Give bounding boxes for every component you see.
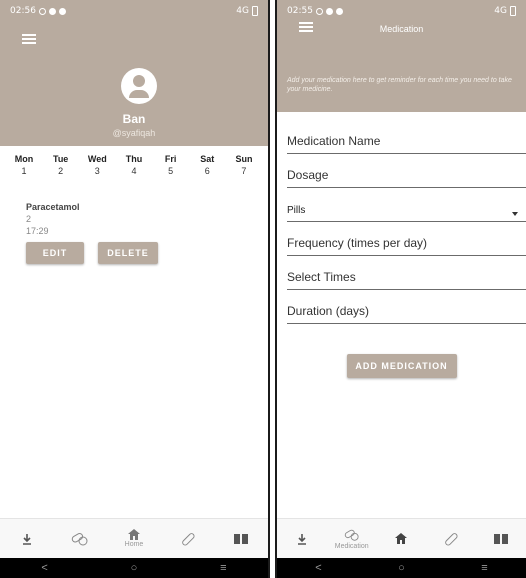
notification-icon	[325, 7, 333, 15]
back-button[interactable]: <	[315, 562, 321, 574]
network-label: 4G	[494, 6, 507, 16]
nav-book[interactable]	[479, 521, 523, 557]
medication-time: 17:29	[26, 226, 49, 236]
day-sat[interactable]: Sat 6	[189, 154, 225, 176]
frequency-placeholder: Frequency (times per day)	[287, 236, 428, 250]
notification-icon	[58, 7, 66, 15]
battery-icon	[252, 6, 258, 16]
status-bar: 02:55 4G	[277, 0, 526, 22]
medication-card: Paracetamol 2 17:29 EDIT DELETE	[26, 202, 158, 264]
select-times-field[interactable]: Select Times	[287, 256, 526, 290]
day-fri[interactable]: Fri 5	[153, 154, 189, 176]
duration-field[interactable]: Duration (days)	[287, 290, 526, 324]
frequency-field[interactable]: Frequency (times per day)	[287, 222, 526, 256]
capsule-icon	[181, 532, 195, 546]
nav-download[interactable]	[5, 521, 49, 557]
day-sun[interactable]: Sun 7	[226, 154, 262, 176]
nav-capsule[interactable]	[429, 521, 473, 557]
home-button[interactable]: ○	[398, 562, 405, 574]
profile-name: Ban	[122, 112, 146, 126]
notification-icon	[48, 7, 56, 15]
dosage-placeholder: Dosage	[287, 168, 329, 182]
capsule-icon	[445, 532, 458, 546]
profile-handle: @syafiqah	[112, 128, 156, 138]
recents-button[interactable]: ≡	[481, 562, 487, 574]
book-icon	[234, 533, 249, 544]
home-icon	[395, 533, 408, 544]
home-button[interactable]: ○	[131, 562, 138, 574]
type-value: Pills	[287, 205, 306, 216]
type-select[interactable]: Pills	[287, 188, 526, 222]
dropdown-arrow-icon	[512, 212, 518, 216]
week-strip: Mon 1 Tue 2 Wed 3 Thu 4 Fri 5 Sat 6 Sun 7	[0, 146, 268, 176]
day-tue[interactable]: Tue 2	[43, 154, 79, 176]
avatar	[121, 68, 157, 104]
recents-button[interactable]: ≡	[220, 562, 226, 574]
edit-button[interactable]: EDIT	[26, 242, 84, 264]
medication-dosage: 2	[26, 214, 32, 224]
menu-icon[interactable]	[22, 34, 36, 44]
notification-icon	[38, 7, 46, 15]
duration-placeholder: Duration (days)	[287, 304, 370, 318]
bottom-nav: Medication	[277, 518, 526, 558]
medication-name-placeholder: Medication Name	[287, 134, 381, 148]
hint-text: Add your medication here to get reminder…	[277, 60, 526, 112]
nav-home[interactable]: Home	[112, 521, 156, 557]
nav-capsule[interactable]	[166, 521, 210, 557]
system-nav-bar: < ○ ≡	[0, 558, 268, 578]
notification-icon	[315, 7, 323, 15]
network-label: 4G	[236, 6, 249, 16]
battery-icon	[510, 6, 516, 16]
status-bar: 02:56 4G	[0, 0, 268, 22]
system-nav-bar: < ○ ≡	[277, 558, 526, 578]
nav-pills[interactable]	[58, 521, 102, 557]
dosage-field[interactable]: Dosage	[287, 154, 526, 188]
medication-name-field[interactable]: Medication Name	[287, 120, 526, 154]
nav-home-label: Home	[124, 541, 144, 548]
add-medication-button[interactable]: ADD MEDICATION	[346, 354, 457, 378]
page-title: Medication	[379, 24, 424, 34]
day-wed[interactable]: Wed 3	[79, 154, 115, 176]
delete-button[interactable]: DELETE	[98, 242, 158, 264]
medication-header: 02:55 4G Medication	[277, 0, 526, 60]
medication-name: Paracetamol	[26, 202, 80, 212]
pills-icon	[72, 532, 88, 545]
day-thu[interactable]: Thu 4	[116, 154, 152, 176]
medication-screen: 02:55 4G Medication Add your medication …	[275, 0, 526, 578]
medication-form: Medication Name Dosage Pills Frequency (…	[277, 112, 526, 324]
day-mon[interactable]: Mon 1	[6, 154, 42, 176]
bottom-nav: Home	[0, 518, 268, 558]
nav-medication[interactable]: Medication	[330, 521, 374, 557]
nav-home[interactable]	[379, 521, 423, 557]
home-screen: 02:56 4G Ban @syafiqah Mon 1 Tue 2 Wed 3 Th…	[0, 0, 270, 578]
download-icon	[297, 533, 306, 545]
status-time: 02:55	[287, 6, 313, 16]
notification-icon	[335, 7, 343, 15]
nav-download[interactable]	[280, 521, 324, 557]
status-time: 02:56	[10, 6, 36, 16]
nav-book[interactable]	[219, 521, 263, 557]
nav-medication-label: Medication	[334, 542, 369, 550]
back-button[interactable]: <	[41, 562, 47, 574]
home-icon	[127, 529, 140, 540]
profile-header: 02:56 4G Ban @syafiqah	[0, 0, 268, 146]
book-icon	[494, 533, 509, 544]
download-icon	[22, 533, 31, 545]
pills-icon	[344, 529, 359, 541]
select-times-placeholder: Select Times	[287, 270, 356, 284]
